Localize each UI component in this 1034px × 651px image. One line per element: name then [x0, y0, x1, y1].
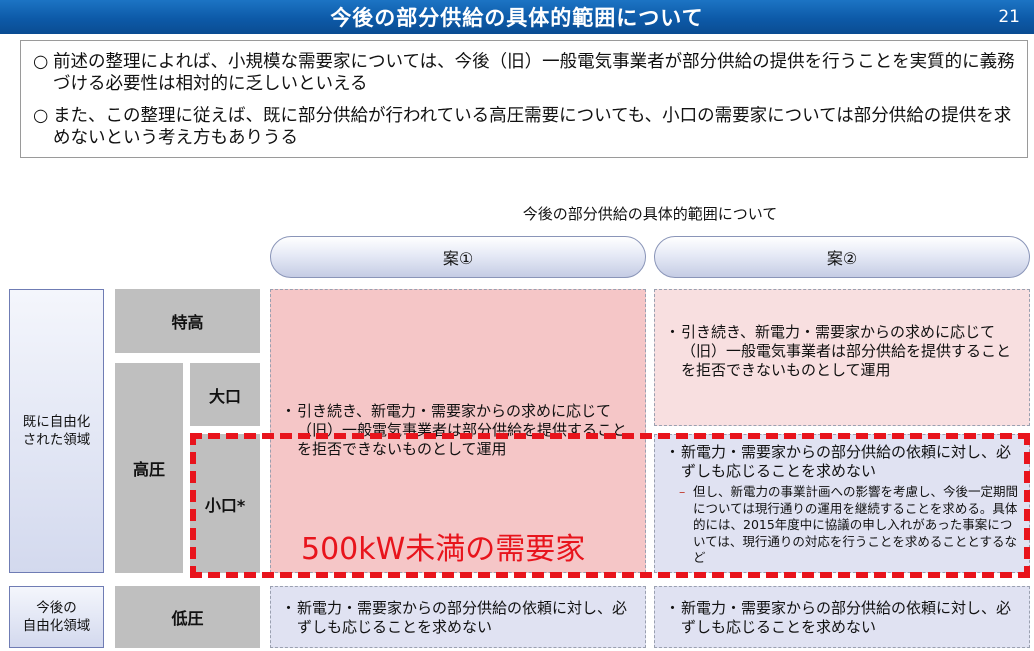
summary-box: ○ 前述の整理によれば、小規模な需要家については、今後（旧）一般電気事業者が部分… — [20, 40, 1028, 158]
plan2-koguchi-cell: ・ 新電力・需要家からの部分供給の依頼に対し、必ずしも応じることを求めない – … — [654, 434, 1030, 573]
list-item: ・ 引き続き、新電力・需要家からの求めに応じて（旧）一般電気事業者は部分供給を提… — [281, 402, 635, 459]
list-item: ・ 新電力・需要家からの部分供給の依頼に対し、必ずしも応じることを求めない — [281, 599, 635, 637]
summary-item: ○ また、この整理に従えば、既に部分供給が行われている高圧需要についても、小口の… — [33, 105, 1019, 149]
category-kouatsu: 高圧 — [115, 363, 183, 573]
sub-bullet-mark: – — [679, 484, 686, 499]
plan2-teiatsu-cell: ・ 新電力・需要家からの部分供給の依頼に対し、必ずしも応じることを求めない — [654, 586, 1030, 648]
plan2-upper-cell: ・ 引き続き、新電力・需要家からの求めに応じて（旧）一般電気事業者は部分供給を提… — [654, 289, 1030, 426]
plan-1-header: 案① — [270, 236, 646, 278]
title-bar: 今後の部分供給の具体的範囲について 21 — [0, 0, 1034, 34]
plan2-koguchi-text: 新電力・需要家からの部分供給の依頼に対し、必ずしも応じることを求めない — [681, 443, 1012, 480]
summary-text: また、この整理に従えば、既に部分供給が行われている高圧需要についても、小口の需要… — [53, 106, 1012, 148]
plan2-upper-text: 引き続き、新電力・需要家からの求めに応じて（旧）一般電気事業者は部分供給を提供す… — [681, 323, 1012, 379]
page-number: 21 — [998, 7, 1020, 27]
sub-list-item: – 但し、新電力の事業計画への影響を考慮し、今後一定期間については現行通りの運用… — [679, 484, 1019, 567]
bullet-mark: ・ — [281, 599, 297, 617]
plan2-teiatsu-text: 新電力・需要家からの部分供給の依頼に対し、必ずしも応じることを求めない — [681, 599, 1012, 636]
category-koguchi: 小口* — [190, 434, 260, 573]
highlight-label: 500kW未満の需要家 — [301, 532, 586, 567]
plan-2-header: 案② — [654, 236, 1030, 278]
summary-bullet: ○ — [33, 52, 49, 72]
plan2-koguchi-subtext: 但し、新電力の事業計画への影響を考慮し、今後一定期間については現行通りの運用を継… — [693, 484, 1019, 565]
region-liberalized: 既に自由化 された領域 — [9, 289, 104, 573]
bullet-mark: ・ — [281, 402, 297, 420]
page-title: 今後の部分供給の具体的範囲について — [330, 6, 704, 30]
plan1-teiatsu-cell: ・ 新電力・需要家からの部分供給の依頼に対し、必ずしも応じることを求めない — [270, 586, 646, 648]
list-item: ・ 新電力・需要家からの部分供給の依頼に対し、必ずしも応じることを求めない — [665, 599, 1019, 637]
plan1-teiatsu-text: 新電力・需要家からの部分供給の依頼に対し、必ずしも応じることを求めない — [297, 599, 628, 636]
table-heading: 今後の部分供給の具体的範囲について — [522, 205, 778, 223]
region-future: 今後の 自由化領域 — [9, 586, 104, 648]
bullet-mark: ・ — [665, 323, 681, 341]
summary-bullet: ○ — [33, 106, 49, 126]
category-tokkou: 特高 — [115, 289, 260, 353]
bullet-mark: ・ — [665, 599, 681, 617]
summary-text: 前述の整理によれば、小規模な需要家については、今後（旧）一般電気事業者が部分供給… — [53, 52, 1015, 94]
summary-item: ○ 前述の整理によれば、小規模な需要家については、今後（旧）一般電気事業者が部分… — [33, 51, 1019, 95]
plan1-upper-text: 引き続き、新電力・需要家からの求めに応じて（旧）一般電気事業者は部分供給を提供す… — [297, 402, 628, 458]
bullet-mark: ・ — [665, 443, 681, 461]
list-item: ・ 引き続き、新電力・需要家からの求めに応じて（旧）一般電気事業者は部分供給を提… — [665, 323, 1019, 380]
category-teiatsu: 低圧 — [115, 586, 260, 648]
category-ooguchi: 大口 — [190, 363, 260, 426]
list-item: ・ 新電力・需要家からの部分供給の依頼に対し、必ずしも応じることを求めない — [665, 443, 1019, 481]
